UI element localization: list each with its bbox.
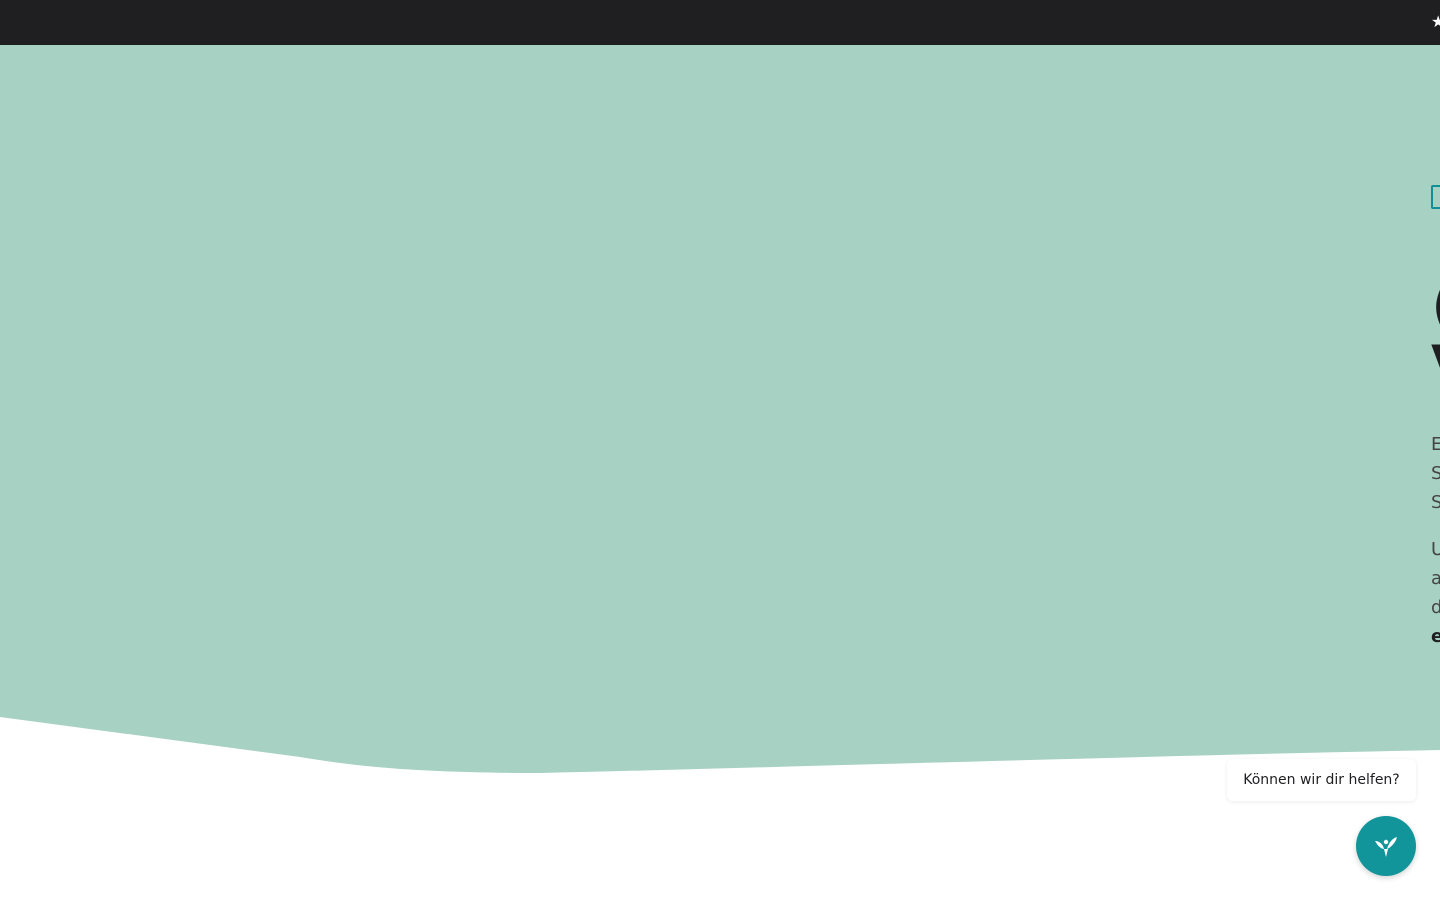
landing-page: ★ ( V E S S U a d e Können wir dir helfe… xyxy=(0,0,1440,900)
chat-launcher-button[interactable] xyxy=(1356,816,1416,876)
tag-outline-icon xyxy=(1431,185,1440,209)
hero-body-text-lines: U a d xyxy=(1431,539,1440,618)
hero-body-text: U a d e xyxy=(1431,535,1440,651)
hero-body-bold-text: e xyxy=(1431,626,1440,647)
hero-content: ( V E S S U a d e xyxy=(1431,45,1440,745)
leaf-person-icon xyxy=(1375,837,1397,857)
star-icon: ★ xyxy=(1431,12,1440,31)
help-prompt-bubble[interactable]: Können wir dir helfen? xyxy=(1227,759,1416,801)
hero-title: ( V xyxy=(1431,275,1440,399)
hero-wave-shape xyxy=(0,45,1440,773)
top-banner: ★ xyxy=(0,0,1440,45)
hero-background xyxy=(0,45,1440,773)
hero-intro-text: E S S xyxy=(1431,434,1440,513)
